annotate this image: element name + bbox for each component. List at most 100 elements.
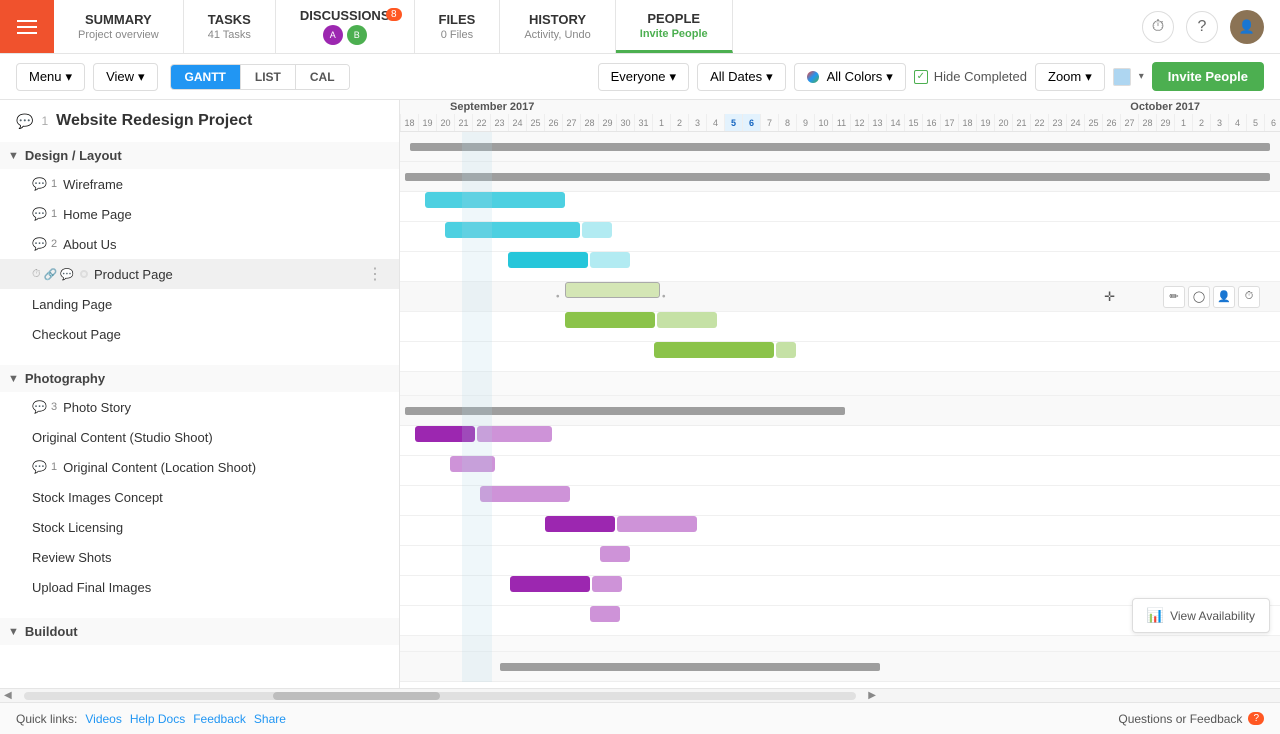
- tab-cal[interactable]: CAL: [296, 65, 349, 89]
- quick-link-videos[interactable]: Videos: [85, 712, 121, 726]
- date-cell-43: 1: [1174, 114, 1192, 132]
- scroll-thumb[interactable]: [273, 692, 440, 700]
- date-cell-15: 2: [670, 114, 688, 132]
- task-stock-licensing[interactable]: Stock Licensing: [0, 512, 399, 542]
- view-availability-button[interactable]: 📊 View Availability: [1132, 598, 1270, 633]
- nav-people[interactable]: PEOPLE Invite People: [616, 0, 733, 53]
- section-photography[interactable]: ▼ Photography: [0, 365, 399, 392]
- quick-link-help-docs[interactable]: Help Docs: [130, 712, 185, 726]
- date-cell-2: 20: [436, 114, 454, 132]
- task-home-page[interactable]: 💬 1 Home Page: [0, 199, 399, 229]
- date-cell-29: 16: [922, 114, 940, 132]
- task-photo-story[interactable]: 💬 3 Photo Story: [0, 392, 399, 422]
- color-square-icon[interactable]: [1113, 68, 1131, 86]
- bar-stock-images-light: [617, 516, 697, 532]
- view-button[interactable]: View ▾: [93, 63, 157, 91]
- everyone-chevron-icon: ▾: [670, 69, 677, 85]
- task-original-content-location[interactable]: 💬 1 Original Content (Location Shoot): [0, 452, 399, 482]
- timer-icon[interactable]: ⏱: [1142, 11, 1174, 43]
- date-cell-47: 5: [1246, 114, 1264, 132]
- gantt-date-header: September 2017 October 2017 181920212223…: [400, 100, 1280, 132]
- section-buildout[interactable]: ▼ Buildout: [0, 618, 399, 645]
- collapse-arrow-icon: ▼: [8, 150, 19, 162]
- gantt-row-project: [400, 132, 1280, 162]
- gantt-row-orig-studio: [400, 456, 1280, 486]
- colors-chevron-icon: ▾: [886, 69, 893, 85]
- nav-summary[interactable]: SUMMARY Project overview: [54, 0, 184, 53]
- all-dates-filter[interactable]: All Dates ▾: [697, 63, 786, 91]
- gantt-row-home-page: [400, 222, 1280, 252]
- october-label: October 2017: [1130, 101, 1200, 113]
- move-cursor-icon[interactable]: ✛: [1104, 289, 1115, 305]
- menu-button[interactable]: Menu ▾: [16, 63, 85, 91]
- tab-list[interactable]: LIST: [241, 65, 296, 89]
- section-design-layout[interactable]: ▼ Design / Layout: [0, 142, 399, 169]
- clock-small-icon[interactable]: ⏱: [1238, 286, 1260, 308]
- bar-review-shots-light: [592, 576, 622, 592]
- quick-link-share[interactable]: Share: [254, 712, 286, 726]
- dates-chevron-icon: ▾: [766, 69, 773, 85]
- section-spacing-2: [0, 602, 399, 618]
- date-cell-39: 26: [1102, 114, 1120, 132]
- task-original-content-studio[interactable]: Original Content (Studio Shoot): [0, 422, 399, 452]
- nav-tasks[interactable]: TASKS 41 Tasks: [184, 0, 276, 53]
- date-cell-11: 29: [598, 114, 616, 132]
- person-icon[interactable]: 👤: [1213, 286, 1235, 308]
- collapse-arrow-photo-icon: ▼: [8, 373, 19, 385]
- date-cell-38: 25: [1084, 114, 1102, 132]
- tab-gantt[interactable]: GANTT: [171, 65, 241, 89]
- month-labels: September 2017 October 2017: [400, 100, 1280, 114]
- gantt-row-landing-page: [400, 312, 1280, 342]
- quick-link-feedback[interactable]: Feedback: [193, 712, 246, 726]
- scroll-right-icon[interactable]: ▶: [864, 690, 880, 701]
- bar-product-page[interactable]: [565, 282, 660, 298]
- task-product-page[interactable]: ⏱ 🔗 💬 Product Page ⋮: [0, 259, 399, 289]
- nav-history[interactable]: HISTORY Activity, Undo: [500, 0, 615, 53]
- date-cell-33: 20: [994, 114, 1012, 132]
- task-about-us[interactable]: 💬 2 About Us: [0, 229, 399, 259]
- task-list-panel: 💬 1 Website Redesign Project ▼ Design / …: [0, 100, 400, 688]
- bar-review-shots-main: [510, 576, 590, 592]
- toolbar: Menu ▾ View ▾ GANTT LIST CAL Everyone ▾ …: [0, 54, 1280, 100]
- task-checkout-page[interactable]: Checkout Page: [0, 319, 399, 349]
- bottom-right: Questions or Feedback ?: [1118, 712, 1264, 726]
- nav-discussions[interactable]: 8 DISCUSSIONS A B: [276, 0, 415, 53]
- date-cell-19: 6: [742, 114, 760, 132]
- gantt-row-product-page[interactable]: • ✛ • ✏ ◯ 👤 ⏱: [400, 282, 1280, 312]
- date-cell-20: 7: [760, 114, 778, 132]
- hide-completed-toggle[interactable]: Hide Completed: [914, 69, 1027, 84]
- nav-files[interactable]: FILES 0 Files: [415, 0, 501, 53]
- bar-about-us-main: [508, 252, 588, 268]
- help-icon[interactable]: ?: [1186, 11, 1218, 43]
- color-square-chevron-icon[interactable]: ▾: [1139, 71, 1144, 82]
- date-cell-35: 22: [1030, 114, 1048, 132]
- link-icon: 🔗: [44, 268, 58, 281]
- discussion-avatar-1: A: [323, 25, 343, 45]
- bar-photo-story-main: [415, 426, 475, 442]
- task-review-shots[interactable]: Review Shots: [0, 542, 399, 572]
- scroll-left-icon[interactable]: ◀: [0, 690, 16, 701]
- task-upload-final[interactable]: Upload Final Images: [0, 572, 399, 602]
- invite-people-button[interactable]: Invite People: [1152, 62, 1264, 91]
- bottom-bar: Quick links: Videos Help Docs Feedback S…: [0, 702, 1280, 734]
- scroll-track[interactable]: [24, 692, 857, 700]
- gantt-chart-panel: September 2017 October 2017 181920212223…: [400, 100, 1280, 688]
- user-avatar[interactable]: 👤: [1230, 10, 1264, 44]
- edit-icon[interactable]: ✏: [1163, 286, 1185, 308]
- comment-icon-about: 💬: [32, 237, 47, 251]
- date-cell-37: 24: [1066, 114, 1084, 132]
- bar-chart-icon: 📊: [1147, 607, 1164, 624]
- hamburger-menu[interactable]: [0, 0, 54, 53]
- everyone-filter[interactable]: Everyone ▾: [598, 63, 689, 91]
- help-badge[interactable]: ?: [1248, 712, 1264, 725]
- task-wireframe[interactable]: 💬 1 Wireframe: [0, 169, 399, 199]
- task-landing-page[interactable]: Landing Page: [0, 289, 399, 319]
- circle-icon[interactable]: ◯: [1188, 286, 1210, 308]
- bar-photo-story-light: [477, 426, 552, 442]
- all-colors-filter[interactable]: All Colors ▾: [794, 63, 906, 91]
- zoom-button[interactable]: Zoom ▾: [1035, 63, 1105, 91]
- hide-completed-checkbox[interactable]: [914, 70, 928, 84]
- task-stock-images[interactable]: Stock Images Concept: [0, 482, 399, 512]
- bar-wireframe: [425, 192, 565, 208]
- chat-icon: 💬: [60, 268, 74, 281]
